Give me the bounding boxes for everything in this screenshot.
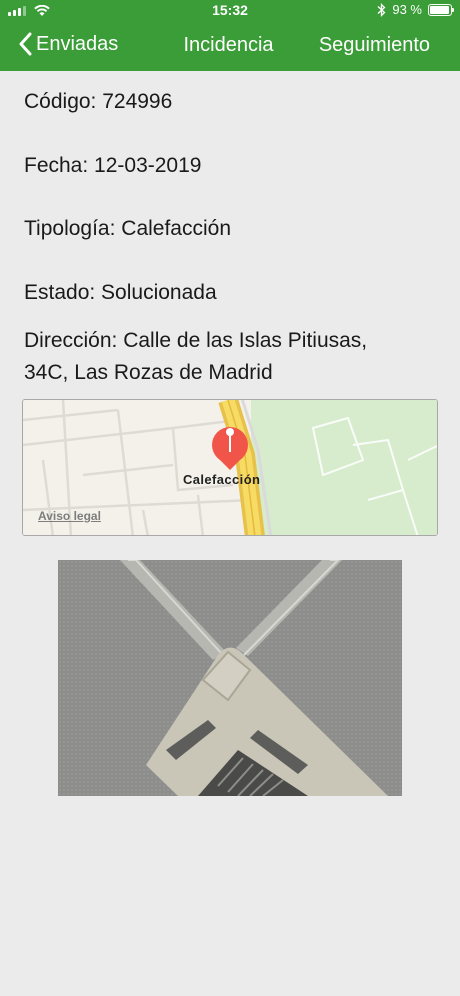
type-field: Tipología: Calefacción [24, 217, 232, 240]
map-pin-label: Calefacción [183, 472, 261, 487]
legal-link[interactable]: Aviso legal [38, 509, 101, 523]
photo-image [58, 560, 402, 796]
follow-button[interactable]: Seguimiento [319, 34, 430, 57]
battery-percent: 93 % [392, 2, 422, 17]
address-line-1: Dirección: Calle de las Islas Pitiusas, [24, 329, 368, 352]
code-field: Código: 724996 [24, 90, 173, 113]
date-field: Fecha: 12-03-2019 [24, 154, 202, 177]
address-line-2: 34C, Las Rozas de Madrid [24, 361, 273, 384]
battery-icon [428, 3, 454, 16]
navigation-bar: Enviadas Incidencia Seguimiento [0, 22, 460, 71]
bluetooth-icon [377, 2, 386, 17]
address-field: Dirección: Calle de las Islas Pitiusas, … [24, 325, 367, 389]
location-map[interactable]: Calefacción Aviso legal [22, 399, 438, 536]
page-title-text: Incidencia [183, 34, 274, 56]
status-right: 93 % [377, 2, 454, 17]
incident-photo[interactable] [58, 560, 402, 796]
battery-level [430, 5, 449, 14]
status-bar: 15:32 93 % [0, 0, 460, 22]
status-field: Estado: Solucionada [24, 281, 217, 304]
app-header: 15:32 93 % Enviadas Incidencia Seguimien… [0, 0, 460, 71]
